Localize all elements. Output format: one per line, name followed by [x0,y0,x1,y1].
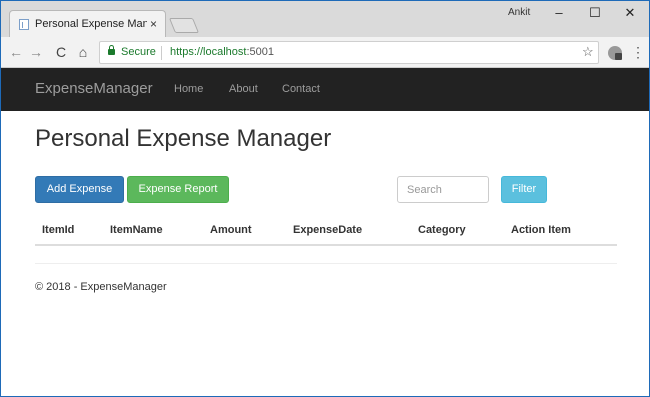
column-header-category: Category [418,224,466,236]
browser-toolbar: ← → C ⌂ Secure https://localhost:5001 ☆ … [1,37,649,68]
column-header-action-item: Action Item [511,224,571,236]
home-icon[interactable]: ⌂ [74,42,92,62]
url-text[interactable]: https://localhost:5001 [170,46,274,58]
site-navbar: ExpenseManager Home About Contact [1,68,649,111]
lock-icon [108,45,115,55]
reload-icon[interactable]: C [52,42,70,62]
expense-report-button[interactable]: Expense Report [127,176,229,203]
column-header-itemname: ItemName [110,224,163,236]
maximize-icon[interactable]: ☐ [580,3,610,23]
expense-table-header: ItemId ItemName Amount ExpenseDate Categ… [35,218,617,246]
browser-tab[interactable]: Personal Expense Manag × [9,10,166,37]
nav-link-contact[interactable]: Contact [282,83,320,95]
column-header-amount: Amount [210,224,252,236]
footer-divider [35,263,617,264]
omnibox-divider [161,46,162,60]
browser-titlebar: Personal Expense Manag × Ankit – ☐ ✕ [1,1,649,37]
extension-icon[interactable] [608,46,622,60]
filter-button[interactable]: Filter [501,176,547,203]
forward-arrow-icon[interactable]: → [27,42,45,62]
nav-link-about[interactable]: About [229,83,258,95]
column-header-itemid: ItemId [42,224,75,236]
tab-title: Personal Expense Manag [35,18,147,30]
page-title: Personal Expense Manager [35,125,332,152]
bookmark-star-icon[interactable]: ☆ [582,44,594,60]
url-host: https://localhost [170,46,247,58]
new-tab-button[interactable] [168,18,200,33]
back-arrow-icon[interactable]: ← [7,42,25,62]
nav-link-home[interactable]: Home [174,83,203,95]
search-input[interactable] [397,176,489,203]
footer-text: © 2018 - ExpenseManager [35,281,167,293]
address-bar[interactable]: Secure https://localhost:5001 ☆ [99,41,599,64]
browser-window: Personal Expense Manag × Ankit – ☐ ✕ ← →… [0,0,650,397]
minimize-icon[interactable]: – [544,3,574,23]
tab-close-icon[interactable]: × [150,17,157,31]
web-page: ExpenseManager Home About Contact Person… [1,68,649,396]
add-expense-button[interactable]: Add Expense [35,176,124,203]
browser-menu-icon[interactable]: ⋮ [631,43,645,61]
secure-label: Secure [121,46,156,58]
url-port: :5001 [246,46,274,58]
navbar-brand[interactable]: ExpenseManager [35,80,153,97]
page-favicon-icon [19,19,29,30]
profile-name[interactable]: Ankit [508,7,530,18]
close-window-icon[interactable]: ✕ [615,3,645,23]
column-header-expensedate: ExpenseDate [293,224,363,236]
